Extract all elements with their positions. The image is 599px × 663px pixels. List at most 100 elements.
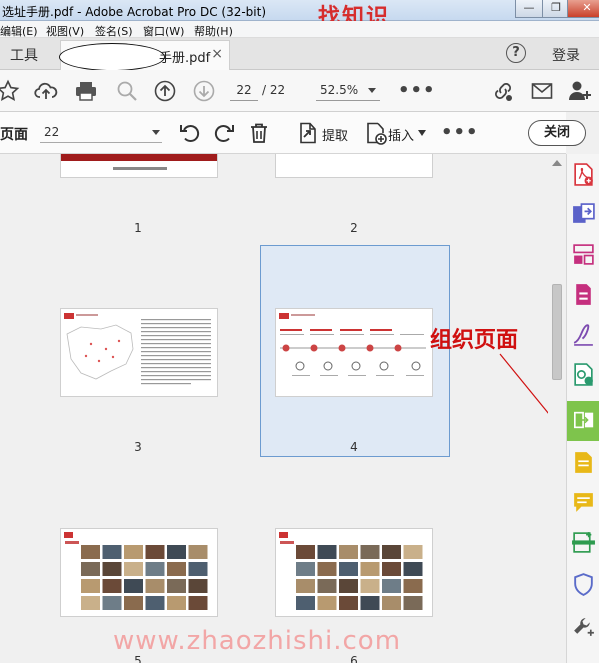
insert-icon[interactable] bbox=[364, 121, 388, 145]
photo-tile bbox=[102, 596, 122, 610]
photo-tile bbox=[124, 562, 143, 576]
page-content-photos bbox=[279, 532, 423, 610]
zoom-search-icon[interactable] bbox=[115, 79, 139, 103]
photo-tile bbox=[360, 579, 380, 593]
page-thumbnail[interactable] bbox=[275, 308, 433, 397]
document-tab-name: 手册.pdf bbox=[159, 51, 211, 66]
chevron-down-icon[interactable] bbox=[418, 130, 426, 136]
zoom-select[interactable]: 52.5% bbox=[316, 81, 380, 101]
comment-file-icon[interactable] bbox=[571, 450, 596, 475]
page-number-label: 1 bbox=[134, 221, 142, 235]
photo-tile bbox=[145, 545, 165, 559]
scroll-thumb[interactable] bbox=[552, 284, 562, 380]
photo-tile bbox=[339, 596, 358, 610]
menu-bar: 编辑(E) 视图(V) 签名(S) 窗口(W) 帮助(H) bbox=[0, 21, 599, 38]
mail-icon[interactable] bbox=[530, 79, 554, 103]
create-form-icon[interactable] bbox=[571, 282, 596, 307]
extract-icon[interactable] bbox=[296, 121, 320, 145]
more-tools-button[interactable]: ••• bbox=[398, 80, 436, 101]
page-up-icon[interactable] bbox=[153, 79, 177, 103]
photo-tile bbox=[167, 579, 186, 593]
main-toolbar: 22 / 22 52.5% ••• bbox=[0, 70, 599, 112]
login-button[interactable]: 登录 bbox=[552, 45, 580, 65]
vertical-scrollbar[interactable] bbox=[548, 154, 566, 663]
photo-tile bbox=[124, 596, 143, 610]
page-range-select[interactable]: 22 bbox=[40, 123, 162, 143]
title-bar: 选址手册.pdf - Adobe Acrobat Pro DC (32-bit)… bbox=[0, 0, 599, 30]
photo-tile bbox=[188, 562, 208, 576]
scroll-up-icon[interactable] bbox=[552, 160, 562, 166]
organize-title: 页面 bbox=[0, 127, 28, 143]
page-thumbnail[interactable] bbox=[60, 528, 218, 617]
close-window-button[interactable]: ✕ bbox=[567, 0, 599, 18]
star-icon[interactable] bbox=[0, 79, 20, 103]
menu-window[interactable]: 窗口(W) bbox=[143, 23, 184, 39]
annotation-label: 组织页面 bbox=[430, 327, 519, 353]
photo-tile bbox=[339, 562, 358, 576]
photo-tile bbox=[81, 562, 100, 576]
edit-pdf-icon[interactable] bbox=[571, 242, 596, 267]
export-pdf-icon[interactable] bbox=[571, 202, 596, 227]
photo-tile bbox=[382, 545, 401, 559]
photo-tile bbox=[145, 562, 165, 576]
close-tool-button[interactable]: 关闭 bbox=[528, 120, 586, 146]
comment-icon[interactable] bbox=[571, 490, 596, 515]
page-thumbnail[interactable] bbox=[275, 154, 433, 178]
chevron-down-icon bbox=[368, 88, 376, 93]
photo-tile bbox=[81, 545, 100, 559]
photo-tile bbox=[296, 545, 315, 559]
organize-more-button[interactable]: ••• bbox=[441, 122, 479, 143]
extract-label[interactable]: 提取 bbox=[322, 125, 348, 144]
fill-sign-icon[interactable] bbox=[571, 322, 596, 347]
insert-label[interactable]: 插入 bbox=[388, 125, 414, 144]
create-pdf-icon[interactable] bbox=[571, 162, 596, 187]
photo-tile bbox=[360, 545, 380, 559]
photo-tile bbox=[382, 579, 401, 593]
page-thumbnail[interactable] bbox=[60, 154, 218, 178]
photo-tile bbox=[124, 545, 143, 559]
page-content-photos bbox=[64, 532, 208, 610]
tools-sidebar bbox=[566, 154, 599, 663]
page-range-value: 22 bbox=[44, 125, 60, 139]
organize-pages-tool[interactable] bbox=[567, 401, 599, 441]
scan-icon[interactable] bbox=[571, 530, 596, 555]
photo-tile bbox=[317, 596, 337, 610]
page-content-timeline bbox=[279, 313, 426, 376]
more-tools-icon[interactable] bbox=[571, 614, 596, 639]
photo-tile bbox=[296, 562, 315, 576]
watermark-bottom: www.zhaozhishi.com bbox=[113, 626, 402, 656]
help-icon[interactable]: ? bbox=[506, 43, 526, 63]
upload-cloud-icon[interactable] bbox=[34, 79, 58, 103]
menu-help[interactable]: 帮助(H) bbox=[194, 23, 233, 39]
print-icon[interactable] bbox=[74, 79, 98, 103]
rotate-right-icon[interactable] bbox=[212, 121, 236, 145]
add-user-icon[interactable] bbox=[568, 79, 592, 103]
page-down-icon[interactable] bbox=[192, 79, 216, 103]
tab-document[interactable]: 手册.pdf × bbox=[59, 40, 230, 71]
menu-view[interactable]: 视图(V) bbox=[46, 23, 84, 39]
photo-tile bbox=[403, 562, 423, 576]
tab-tools[interactable]: 工具 bbox=[10, 45, 38, 65]
send-review-icon[interactable] bbox=[571, 362, 596, 387]
organize-toolbar: 页面 22 提取 插入 ••• 关闭 bbox=[0, 112, 586, 154]
delete-icon[interactable] bbox=[247, 121, 271, 145]
photo-tile bbox=[167, 545, 186, 559]
protect-icon[interactable] bbox=[571, 572, 596, 597]
photo-tile bbox=[145, 579, 165, 593]
page-thumbnail[interactable] bbox=[275, 528, 433, 617]
maximize-button[interactable]: ❐ bbox=[542, 0, 570, 18]
page-thumbnail[interactable] bbox=[60, 308, 218, 397]
menu-edit[interactable]: 编辑(E) bbox=[0, 23, 38, 39]
page-number-input[interactable]: 22 bbox=[230, 81, 258, 101]
photo-tile bbox=[296, 596, 315, 610]
page-number-label: 3 bbox=[134, 440, 142, 454]
rotate-left-icon[interactable] bbox=[178, 121, 202, 145]
photo-tile bbox=[102, 579, 122, 593]
link-share-icon[interactable] bbox=[491, 79, 515, 103]
close-tab-icon[interactable]: × bbox=[211, 46, 223, 62]
minimize-button[interactable]: — bbox=[515, 0, 543, 18]
photo-tile bbox=[81, 579, 100, 593]
photo-tile bbox=[81, 596, 100, 610]
menu-sign[interactable]: 签名(S) bbox=[95, 23, 133, 39]
photo-tile bbox=[360, 562, 380, 576]
